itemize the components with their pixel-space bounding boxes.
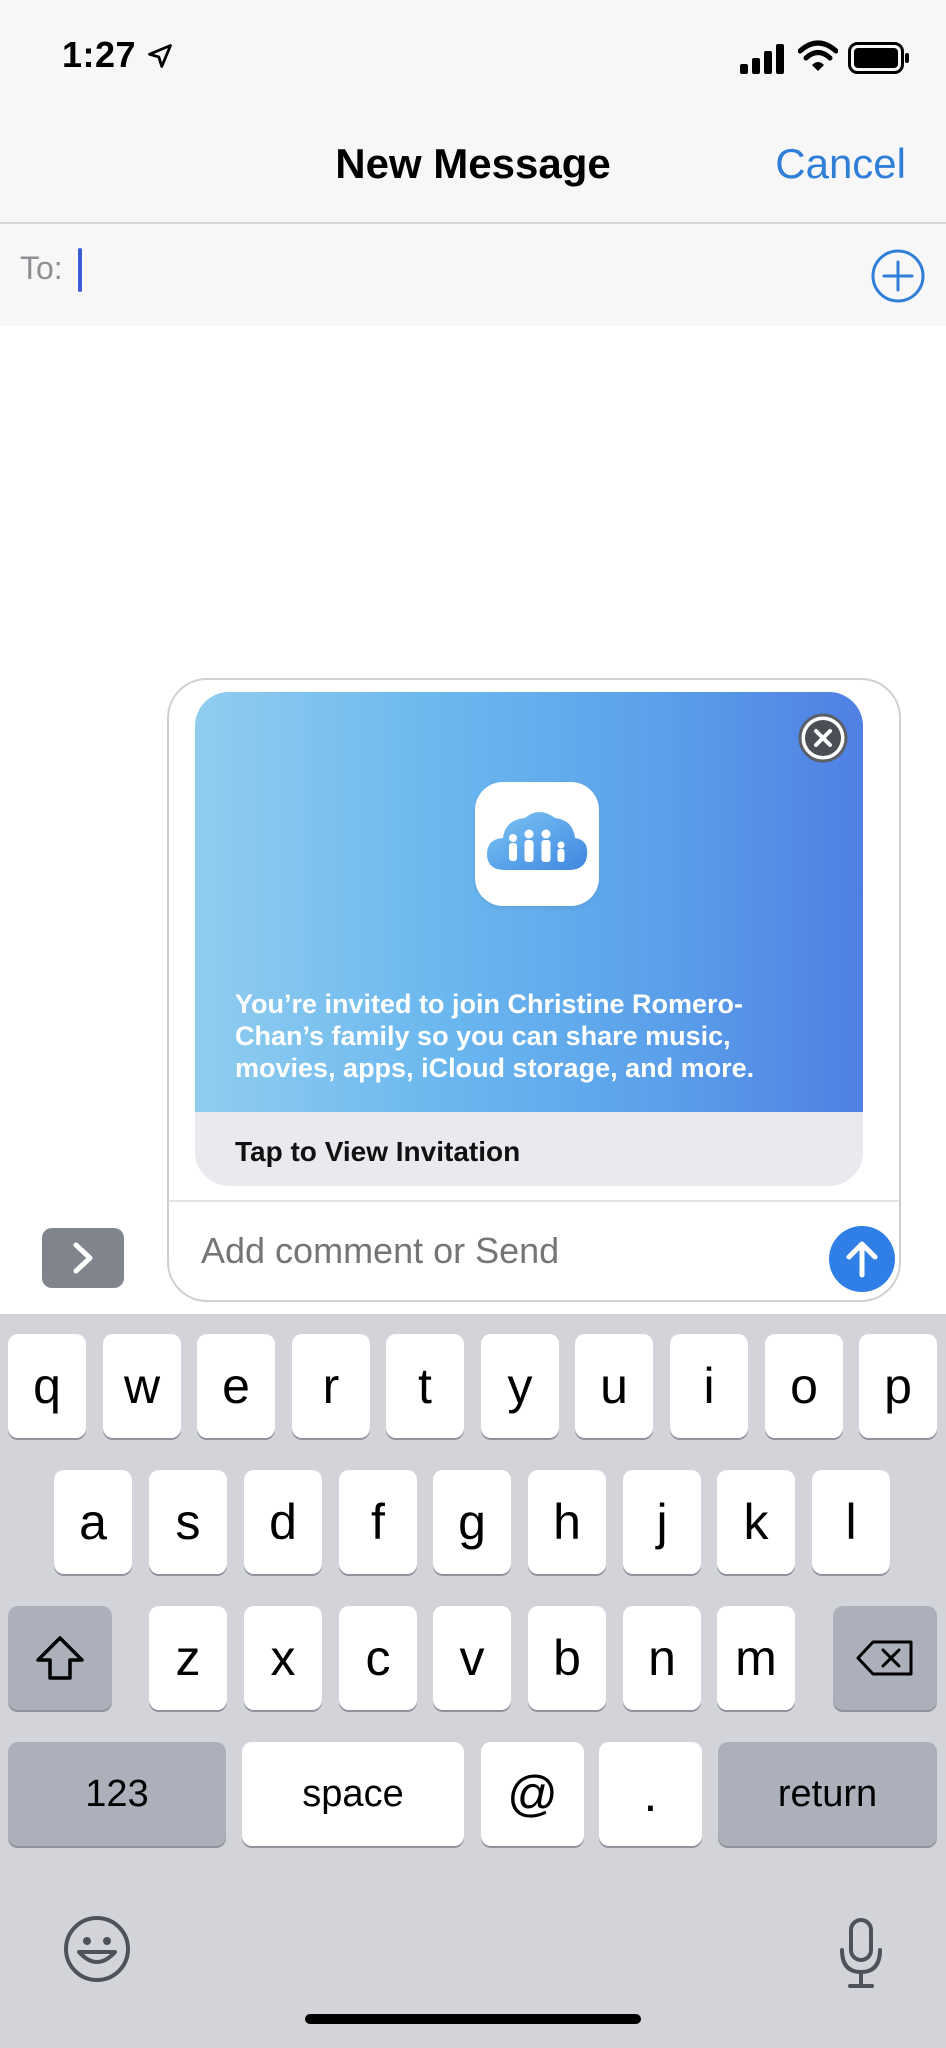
- key-e[interactable]: e: [197, 1334, 275, 1438]
- status-bar: 1:27: [0, 0, 946, 110]
- key-l[interactable]: l: [812, 1470, 890, 1574]
- emoji-icon[interactable]: [62, 1914, 132, 1984]
- add-recipient-icon[interactable]: [870, 248, 926, 304]
- status-time: 1:27: [62, 34, 137, 75]
- cellular-signal-icon: [740, 44, 784, 74]
- key-u[interactable]: u: [575, 1334, 653, 1438]
- shift-key[interactable]: [8, 1606, 112, 1710]
- family-invitation-card[interactable]: You’re invited to join Christine Romero-…: [195, 692, 863, 1186]
- delete-key[interactable]: [833, 1606, 937, 1710]
- key-w[interactable]: w: [103, 1334, 181, 1438]
- key-v[interactable]: v: [433, 1606, 511, 1710]
- send-button[interactable]: [829, 1226, 895, 1292]
- battery-icon: [848, 42, 909, 74]
- arrow-up-icon: [846, 1241, 878, 1278]
- location-arrow-icon: [148, 44, 172, 68]
- invitation-hero: You’re invited to join Christine Romero-…: [195, 692, 863, 1112]
- return-key[interactable]: return: [718, 1742, 937, 1846]
- space-key[interactable]: space: [242, 1742, 464, 1846]
- home-indicator: [305, 2014, 641, 2024]
- shift-icon: [36, 1636, 84, 1680]
- keyboard: q w e r t y u i o p a s d f g h j k l z …: [0, 1314, 946, 2048]
- key-g[interactable]: g: [433, 1470, 511, 1574]
- family-sharing-icon: [475, 782, 599, 906]
- key-n[interactable]: n: [623, 1606, 701, 1710]
- compose-bubble: You’re invited to join Christine Romero-…: [167, 678, 901, 1302]
- wifi-icon: [798, 40, 838, 71]
- key-d[interactable]: d: [244, 1470, 322, 1574]
- key-b[interactable]: b: [528, 1606, 606, 1710]
- close-icon[interactable]: [797, 712, 849, 764]
- chevron-right-icon: [73, 1242, 93, 1274]
- key-z[interactable]: z: [149, 1606, 227, 1710]
- key-s[interactable]: s: [149, 1470, 227, 1574]
- comment-input[interactable]: [201, 1230, 761, 1272]
- key-x[interactable]: x: [244, 1606, 322, 1710]
- key-c[interactable]: c: [339, 1606, 417, 1710]
- key-r[interactable]: r: [292, 1334, 370, 1438]
- key-y[interactable]: y: [481, 1334, 559, 1438]
- key-f[interactable]: f: [339, 1470, 417, 1574]
- key-h[interactable]: h: [528, 1470, 606, 1574]
- delete-backspace-icon: [856, 1640, 913, 1676]
- navigation-bar: New Message Cancel: [0, 110, 946, 224]
- numbers-key[interactable]: 123: [8, 1742, 226, 1846]
- key-m[interactable]: m: [717, 1606, 795, 1710]
- key-j[interactable]: j: [623, 1470, 701, 1574]
- comment-row: [169, 1200, 899, 1300]
- to-label: To:: [20, 250, 63, 286]
- text-cursor: [78, 248, 82, 292]
- microphone-icon[interactable]: [836, 1918, 886, 1990]
- key-k[interactable]: k: [717, 1470, 795, 1574]
- cancel-button[interactable]: Cancel: [775, 140, 906, 188]
- key-a[interactable]: a: [54, 1470, 132, 1574]
- invitation-message: You’re invited to join Christine Romero-…: [235, 989, 755, 1083]
- key-p[interactable]: p: [859, 1334, 937, 1438]
- recipient-bar[interactable]: To:: [0, 224, 946, 326]
- view-invitation-label[interactable]: Tap to View Invitation: [235, 1136, 520, 1168]
- expand-apps-button[interactable]: [42, 1228, 124, 1288]
- key-i[interactable]: i: [670, 1334, 748, 1438]
- key-q[interactable]: q: [8, 1334, 86, 1438]
- key-t[interactable]: t: [386, 1334, 464, 1438]
- period-key[interactable]: .: [599, 1742, 702, 1846]
- key-o[interactable]: o: [765, 1334, 843, 1438]
- at-key[interactable]: @: [481, 1742, 584, 1846]
